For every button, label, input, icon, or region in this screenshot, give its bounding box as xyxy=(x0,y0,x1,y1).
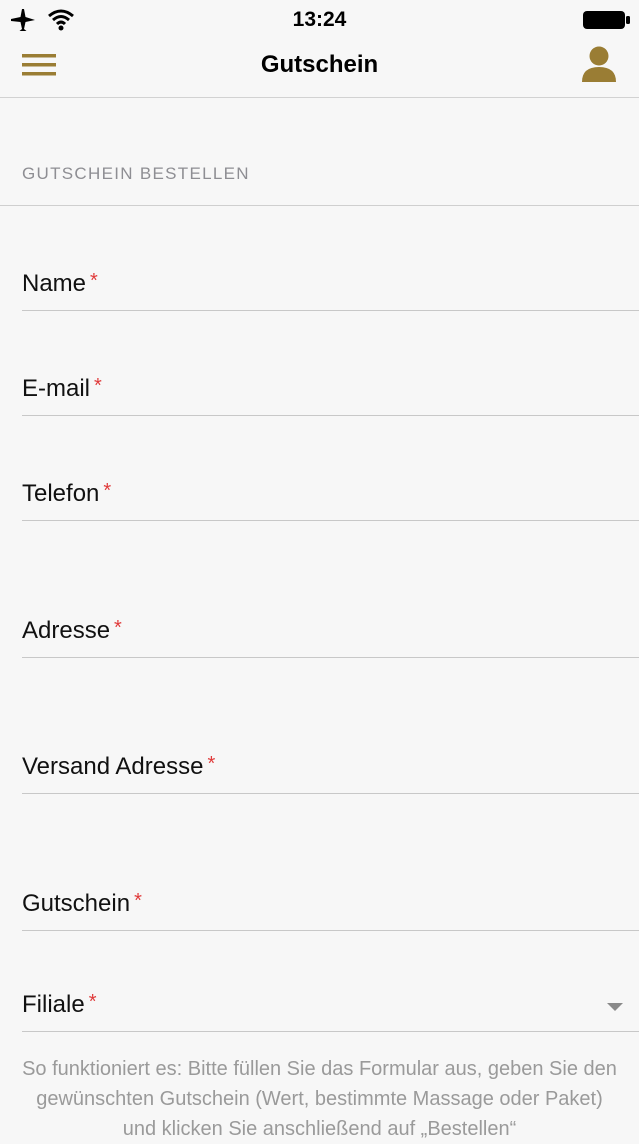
dropdown-arrow-icon[interactable] xyxy=(607,1003,623,1011)
email-label: E-mail * xyxy=(22,375,102,402)
phone-label: Telefon * xyxy=(22,480,112,507)
required-marker: * xyxy=(88,991,97,1013)
required-marker: * xyxy=(103,480,112,502)
required-marker: * xyxy=(94,375,102,397)
phone-field[interactable]: Telefon * xyxy=(22,416,639,521)
status-time: 13:24 xyxy=(292,8,347,31)
shipping-address-label: Versand Adresse * xyxy=(22,753,216,780)
page-title: Gutschein xyxy=(260,51,379,78)
required-marker: * xyxy=(207,753,216,775)
email-field[interactable]: E-mail * xyxy=(22,311,639,416)
shipping-address-field[interactable]: Versand Adresse * xyxy=(22,658,639,794)
name-label: Name * xyxy=(22,270,98,297)
required-marker: * xyxy=(90,270,98,292)
branch-select[interactable]: Filiale * xyxy=(22,931,639,1032)
voucher-label: Gutschein * xyxy=(22,890,142,917)
section-title: GUTSCHEIN BESTELLEN xyxy=(22,164,250,183)
user-icon[interactable] xyxy=(578,44,620,84)
status-bar: 13:24 xyxy=(0,0,639,40)
info-text: So funktioniert es: Bitte füllen Sie das… xyxy=(22,1058,617,1140)
address-field[interactable]: Adresse * xyxy=(22,521,639,658)
battery-icon xyxy=(582,10,632,35)
branch-label: Filiale * xyxy=(22,991,97,1018)
address-label: Adresse * xyxy=(22,617,122,644)
required-marker: * xyxy=(114,617,122,639)
nav-bar: Gutschein xyxy=(0,40,639,98)
section-header: GUTSCHEIN BESTELLEN xyxy=(0,98,639,206)
required-marker: * xyxy=(134,890,142,912)
voucher-field[interactable]: Gutschein * xyxy=(22,794,639,931)
name-field[interactable]: Name * xyxy=(22,206,639,311)
